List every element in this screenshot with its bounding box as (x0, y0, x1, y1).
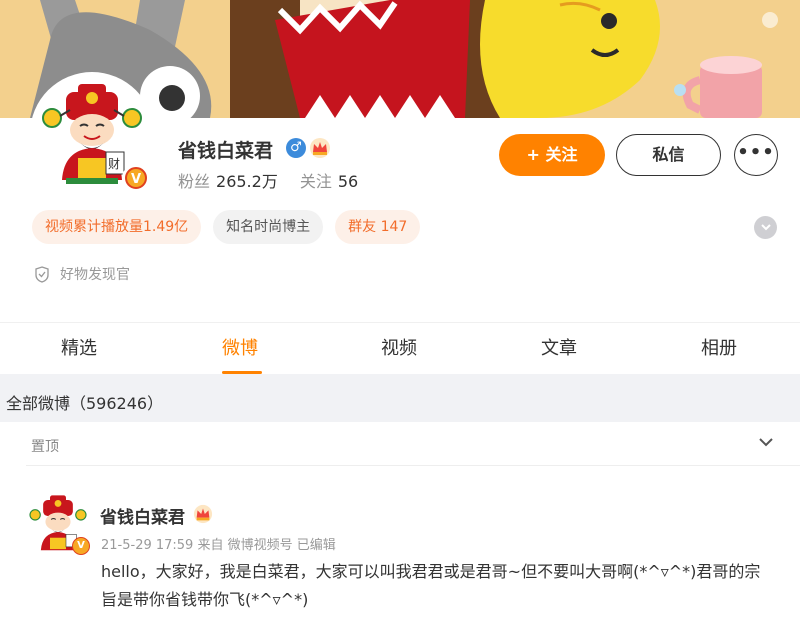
verified-v-icon: V (125, 167, 147, 189)
svg-text:财: 财 (108, 157, 120, 171)
following-label[interactable]: 关注 (300, 172, 332, 191)
post-text: hello，大家好，我是白菜君，大家可以叫我君君或是君哥~但不要叫大哥啊(*^▿… (101, 562, 761, 609)
post-verified-v-icon: V (72, 537, 90, 555)
crown-icon (310, 138, 330, 158)
chevron-down-icon (760, 224, 771, 231)
tag-fashion-blogger[interactable]: 知名时尚博主 (213, 210, 324, 244)
shop-row[interactable]: 好物发现官 (34, 264, 130, 284)
post-meta: 21-5-29 17:59 来自 微博视频号 已编辑 (101, 538, 336, 553)
tab-video[interactable]: 视频 (381, 323, 417, 375)
pinned-label: 置顶 (31, 439, 59, 455)
profile-tabs: 精选 微博 视频 文章 相册 (0, 322, 800, 374)
tab-articles[interactable]: 文章 (541, 323, 577, 375)
tab-weibo[interactable]: 微博 (222, 323, 258, 375)
following-count[interactable]: 56 (338, 172, 358, 191)
verified-badge: V (122, 164, 150, 192)
message-button[interactable]: 私信 (616, 134, 721, 176)
pinned-post-card: 置顶 V 省钱白菜君 21-5-29 17:59 来自 微博视频号 已编辑 he… (0, 422, 800, 634)
active-tab-indicator (222, 371, 262, 374)
shop-label: 好物发现官 (60, 267, 130, 283)
post-author-name[interactable]: 省钱白菜君 (100, 503, 185, 528)
tab-featured[interactable]: 精选 (61, 323, 97, 375)
gender-male-icon: ♂ (286, 138, 306, 158)
fans-count[interactable]: 265.2万 (216, 172, 278, 191)
profile-counts: 粉丝 265.2万 关注 56 (178, 168, 380, 192)
fans-label[interactable]: 粉丝 (178, 172, 210, 191)
expand-profile-button[interactable] (754, 216, 777, 239)
tab-albums[interactable]: 相册 (701, 323, 737, 375)
shield-icon (35, 265, 49, 283)
all-weibo-heading: 全部微博（596246） (6, 394, 164, 413)
profile-username: 省钱白菜君 (178, 140, 274, 162)
more-options-button[interactable]: ••• (734, 134, 778, 176)
tag-video-plays[interactable]: 视频累计播放量1.49亿 (32, 210, 202, 244)
more-dots-icon: ••• (737, 142, 775, 163)
crown-icon (193, 504, 213, 524)
pinned-bar[interactable]: 置顶 (26, 422, 800, 466)
follow-button[interactable]: + 关注 (499, 134, 605, 176)
profile-tags: 视频累计播放量1.49亿 知名时尚博主 群友 147 (32, 210, 421, 244)
chevron-down-icon[interactable] (756, 432, 776, 452)
tag-group-friends[interactable]: 群友 147 (335, 210, 421, 244)
